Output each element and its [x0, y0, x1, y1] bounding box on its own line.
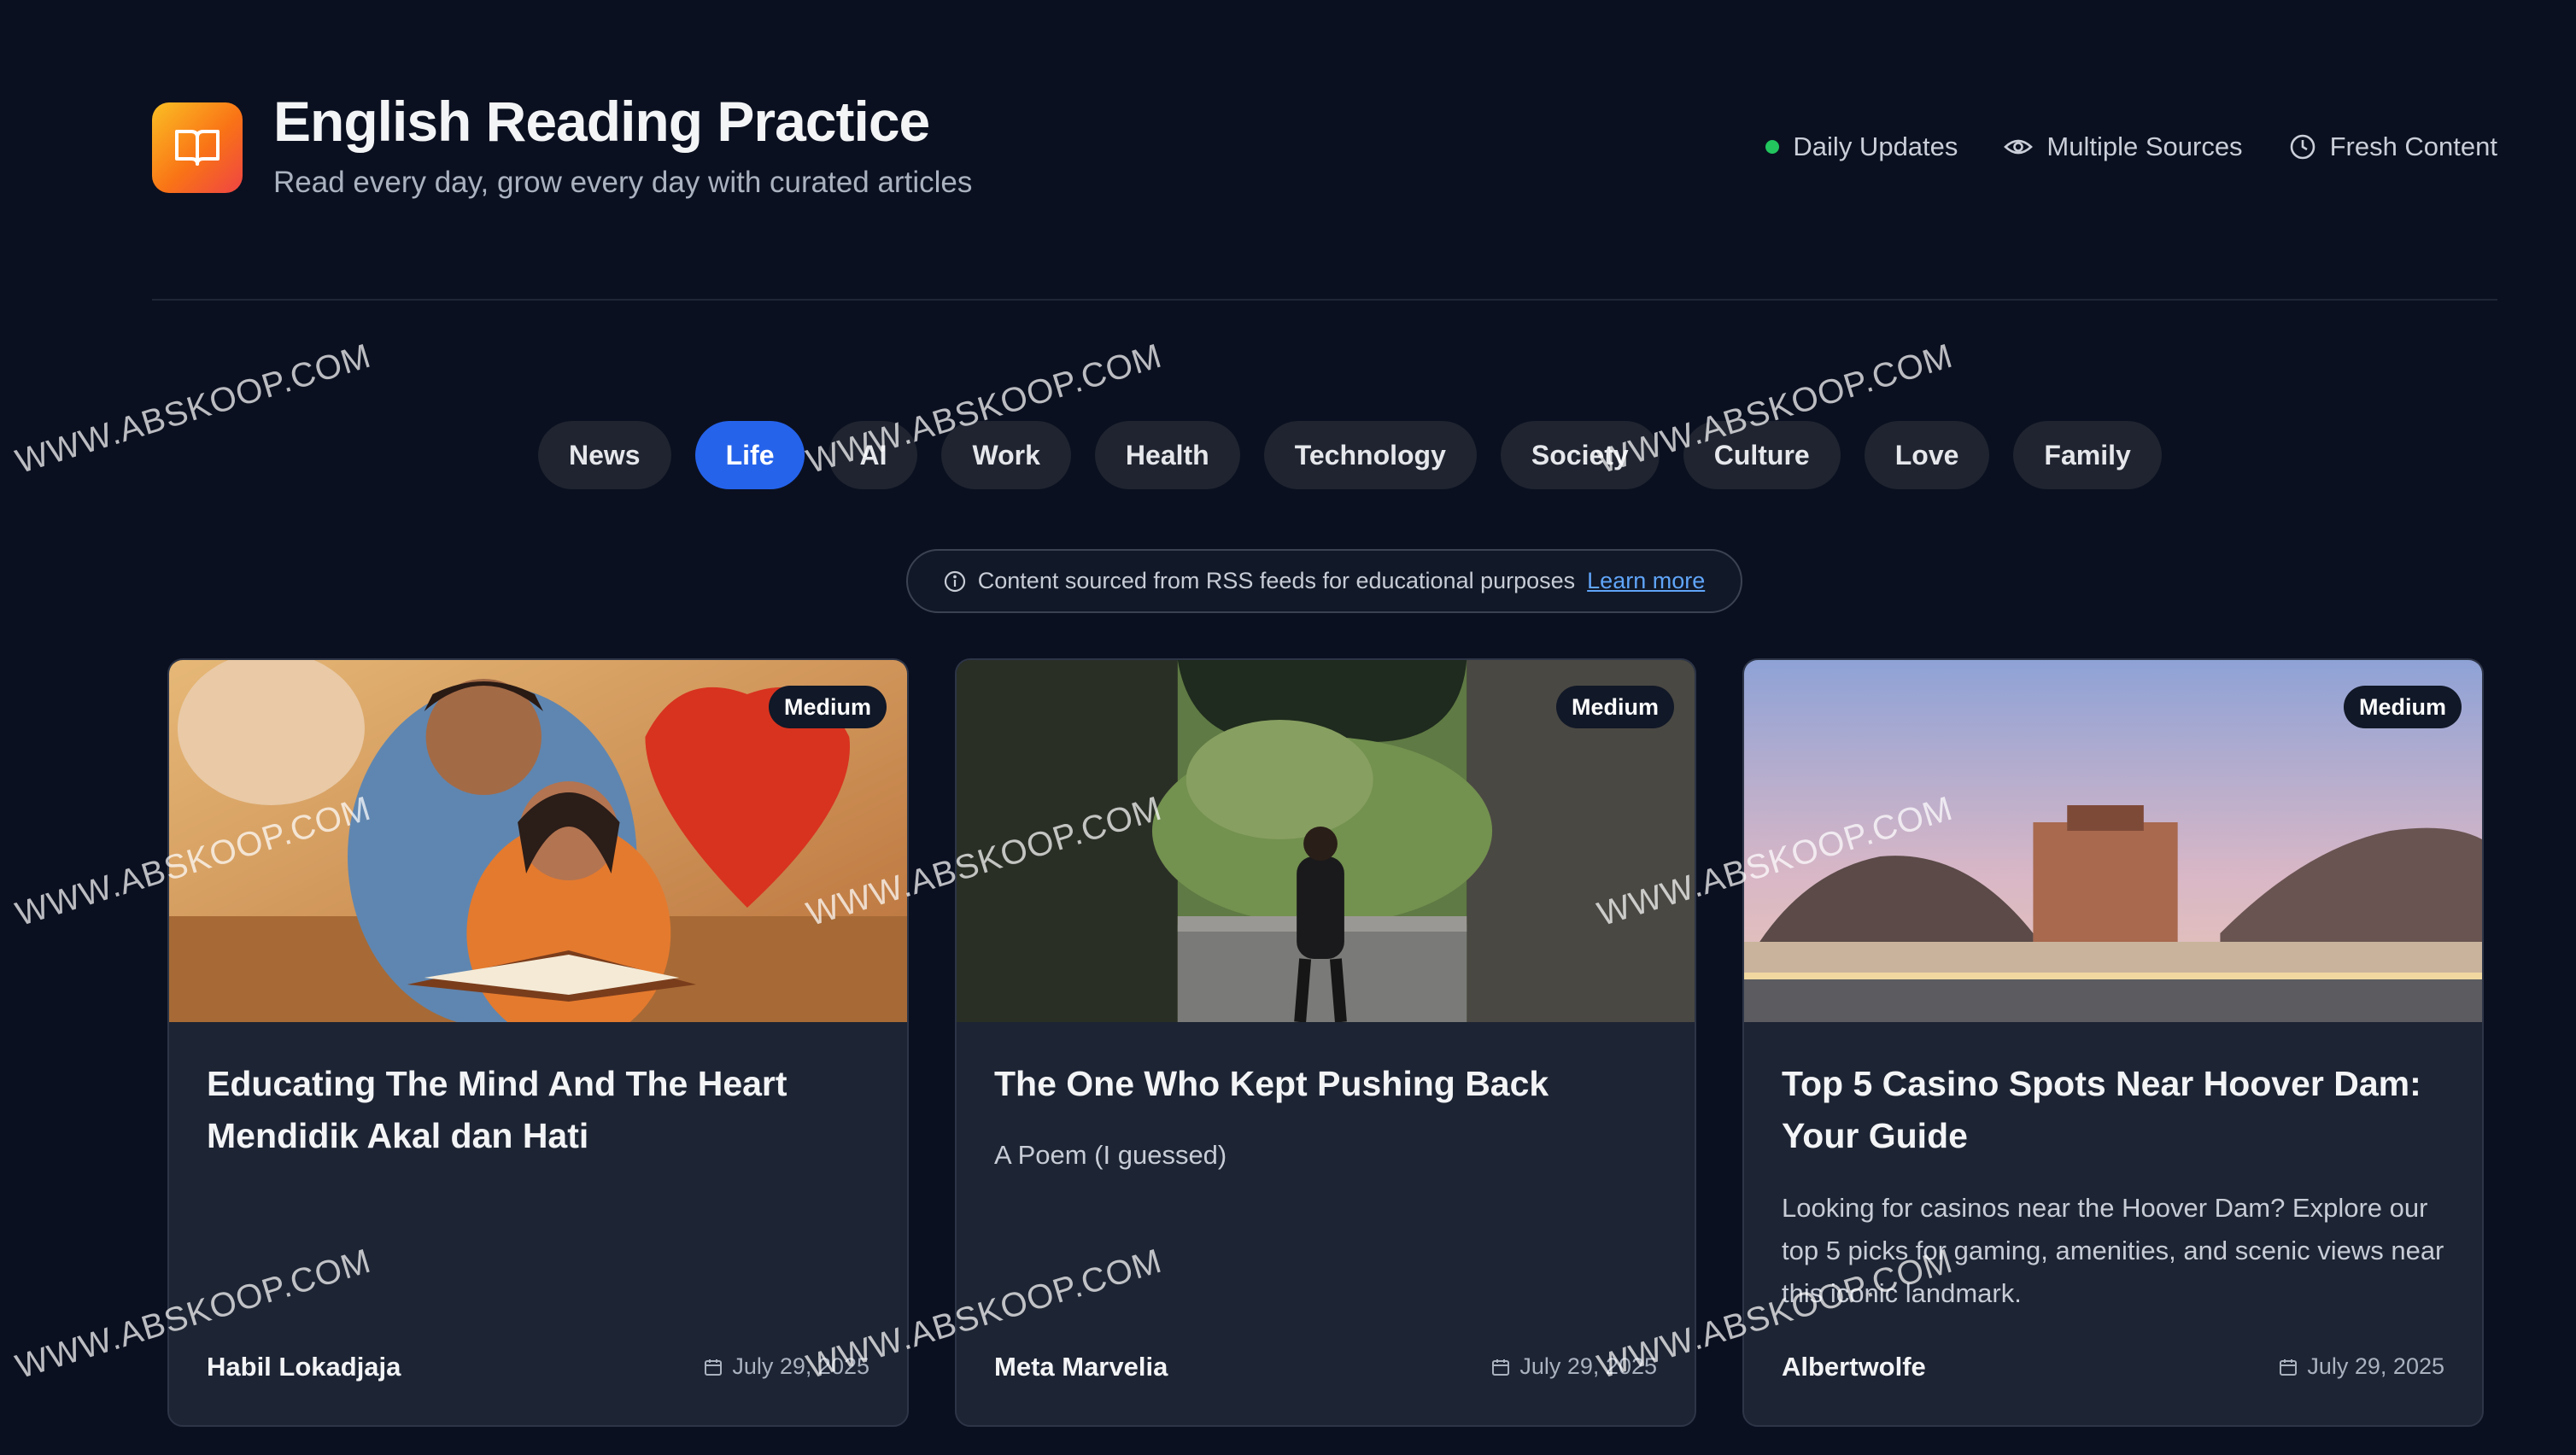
learn-more-link[interactable]: Learn more: [1587, 568, 1705, 594]
calendar-icon: [705, 1359, 723, 1376]
app-logo: [152, 102, 243, 193]
article-author: Albertwolfe: [1782, 1352, 1926, 1382]
article-author: Habil Lokadjaja: [207, 1352, 401, 1382]
calendar-icon: [2280, 1359, 2298, 1376]
article-author: Meta Marvelia: [994, 1352, 1168, 1382]
article-card[interactable]: Medium Top 5 Casino Spots Near Hoover Da…: [1742, 658, 2484, 1427]
article-description: Looking for casinos near the Hoover Dam?…: [1782, 1193, 2444, 1308]
info-icon: [944, 570, 965, 592]
info-text: Content sourced from RSS feeds for educa…: [977, 568, 1576, 593]
calendar-icon: [1492, 1359, 1510, 1376]
article-image: Medium: [957, 660, 1695, 1022]
page-subtitle: Read every day, grow every day with cura…: [273, 166, 973, 199]
header-badges: Daily Updates Multiple Sources Fresh Con…: [1765, 131, 2497, 162]
tab-health[interactable]: Health: [1094, 421, 1240, 489]
difficulty-badge: Medium: [768, 686, 887, 728]
tab-family[interactable]: Family: [2013, 421, 2162, 489]
date-text: July 29, 2025: [2307, 1353, 2444, 1379]
header-divider: [152, 299, 2497, 301]
tab-society[interactable]: Society: [1500, 421, 1660, 489]
article-image: Medium: [1744, 660, 2482, 1022]
watermark: WWW.ABSKOOP.COM: [11, 336, 376, 482]
badge-label: Daily Updates: [1793, 131, 1958, 161]
article-date: July 29, 2025: [1490, 1353, 1657, 1380]
article-image: Medium: [169, 660, 907, 1022]
article-card[interactable]: Medium Educating The Mind And The Heart …: [167, 658, 909, 1427]
tab-ai[interactable]: AI: [828, 421, 918, 489]
open-book-icon: [175, 130, 220, 166]
date-text: July 29, 2025: [732, 1353, 869, 1379]
article-description: A Poem (I guessed): [994, 1140, 1227, 1170]
badge-multiple-sources: Multiple Sources: [2004, 131, 2243, 162]
article-date: July 29, 2025: [703, 1353, 869, 1380]
app-header: English Reading Practice Read every day,…: [152, 89, 2497, 200]
source-info-banner: Content sourced from RSS feeds for educa…: [906, 549, 1742, 613]
article-title[interactable]: Top 5 Casino Spots Near Hoover Dam: Your…: [1782, 1058, 2456, 1162]
page: English Reading Practice Read every day,…: [0, 0, 2576, 1455]
article-card[interactable]: Medium The One Who Kept Pushing Back A P…: [955, 658, 1696, 1427]
category-tabs: News Life AI Work Health Technology Soci…: [538, 421, 2162, 489]
tab-love[interactable]: Love: [1864, 421, 1990, 489]
difficulty-badge: Medium: [1555, 686, 1674, 728]
page-title: English Reading Practice: [273, 90, 930, 153]
badge-label: Multiple Sources: [2046, 131, 2243, 161]
clock-icon: [2290, 134, 2315, 160]
difficulty-badge: Medium: [2343, 686, 2462, 728]
article-title[interactable]: The One Who Kept Pushing Back: [994, 1058, 1669, 1110]
tab-culture[interactable]: Culture: [1683, 421, 1841, 489]
tab-life[interactable]: Life: [694, 421, 805, 489]
date-text: July 29, 2025: [1519, 1353, 1657, 1379]
article-list: Medium Educating The Mind And The Heart …: [167, 658, 2484, 1427]
article-title[interactable]: Educating The Mind And The Heart Mendidi…: [207, 1058, 881, 1162]
tab-work[interactable]: Work: [941, 421, 1071, 489]
tab-news[interactable]: News: [538, 421, 671, 489]
eye-icon: [2004, 139, 2034, 155]
badge-label: Fresh Content: [2329, 131, 2497, 161]
badge-fresh-content: Fresh Content: [2289, 131, 2497, 162]
tab-technology[interactable]: Technology: [1263, 421, 1477, 489]
status-dot-icon: [1765, 140, 1780, 154]
article-date: July 29, 2025: [2278, 1353, 2444, 1380]
badge-daily-updates: Daily Updates: [1765, 131, 1958, 162]
